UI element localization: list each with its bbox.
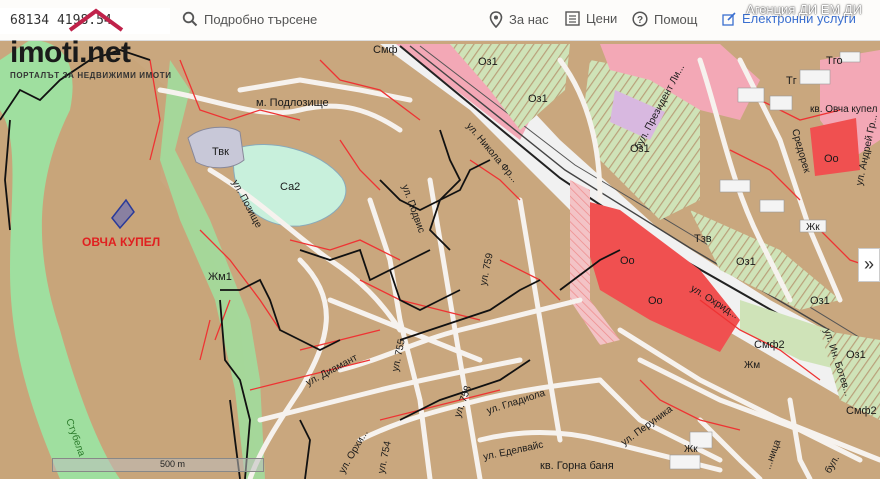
map-label-zhk-b: Жк <box>684 444 698 455</box>
map-label-ca2: Са2 <box>280 181 300 193</box>
map-label-smf2: Смф2 <box>754 339 785 351</box>
help-label: Помощ <box>654 11 698 27</box>
map-label-oz1-e: Оз1 <box>810 295 830 307</box>
map-label-zhm1: Жм1 <box>208 271 232 283</box>
map-label-ovcha-kupel-ul: кв. Овча купел <box>810 104 878 115</box>
logo-wordmark: imoti.net <box>10 36 131 69</box>
map-label-zhk-a: Жк <box>806 222 820 233</box>
about-label: За нас <box>509 12 549 27</box>
detailed-search-label: Подробно търсене <box>204 11 318 27</box>
prices-label: Цени <box>586 11 618 26</box>
imoti-logo[interactable]: imoti.net ПОРТАЛЪТ ЗА НЕДВИЖИМИ ИМОТИ <box>8 8 171 84</box>
map-label-podlozishte: м. Подлозище <box>256 97 329 109</box>
map-label-smf: Смф <box>373 44 398 56</box>
map-label-oz1-d: Оз1 <box>736 256 756 268</box>
svg-text:?: ? <box>637 15 643 26</box>
map-label-oz1-f: Оз1 <box>846 349 866 361</box>
agency-watermark: Агенция ДИ ЕМ ДИ <box>746 2 862 17</box>
scale-bar-rect <box>52 458 264 472</box>
map-label-tgo: Тго <box>826 55 843 67</box>
logo-tagline: ПОРТАЛЪТ ЗА НЕДВИЖИМИ ИМОТИ <box>10 71 172 80</box>
scale-label: 500 m <box>160 459 186 469</box>
map-label-district: ОВЧА КУПЕЛ <box>82 235 160 249</box>
map-label-oo-c: Оо <box>824 153 839 165</box>
next-image-button[interactable]: » <box>858 248 880 282</box>
map-label-oz1-a: Оз1 <box>478 56 498 68</box>
map-label-tvk: Твк <box>212 146 229 158</box>
map-label-tg: Тг <box>786 75 797 87</box>
search-icon <box>182 11 198 27</box>
map-label-zhm: Жм <box>744 360 760 371</box>
map-label-oo-a: Оо <box>620 255 635 267</box>
edit-icon <box>722 11 736 26</box>
prices-button[interactable]: Цени <box>565 11 617 26</box>
scale-bar: 500 m <box>52 458 264 472</box>
price-list-icon <box>565 11 580 26</box>
help-icon: ? <box>632 11 648 27</box>
help-button[interactable]: ? Помощ <box>632 11 697 27</box>
house-roof-icon <box>68 8 124 32</box>
about-button[interactable]: За нас <box>489 11 549 28</box>
map-label-smf2-b: Смф2 <box>846 405 877 417</box>
detailed-search-button[interactable]: Подробно търсене <box>182 11 317 27</box>
map-label-oo-b: Оо <box>648 295 663 307</box>
map-label-oz1-b: Оз1 <box>528 93 548 105</box>
map-pin-icon <box>489 11 503 28</box>
map-label-tzv: Тзв <box>694 233 712 245</box>
map-label-gorna-banya: кв. Горна баня <box>540 460 614 472</box>
oo-zone-ne <box>810 118 860 176</box>
